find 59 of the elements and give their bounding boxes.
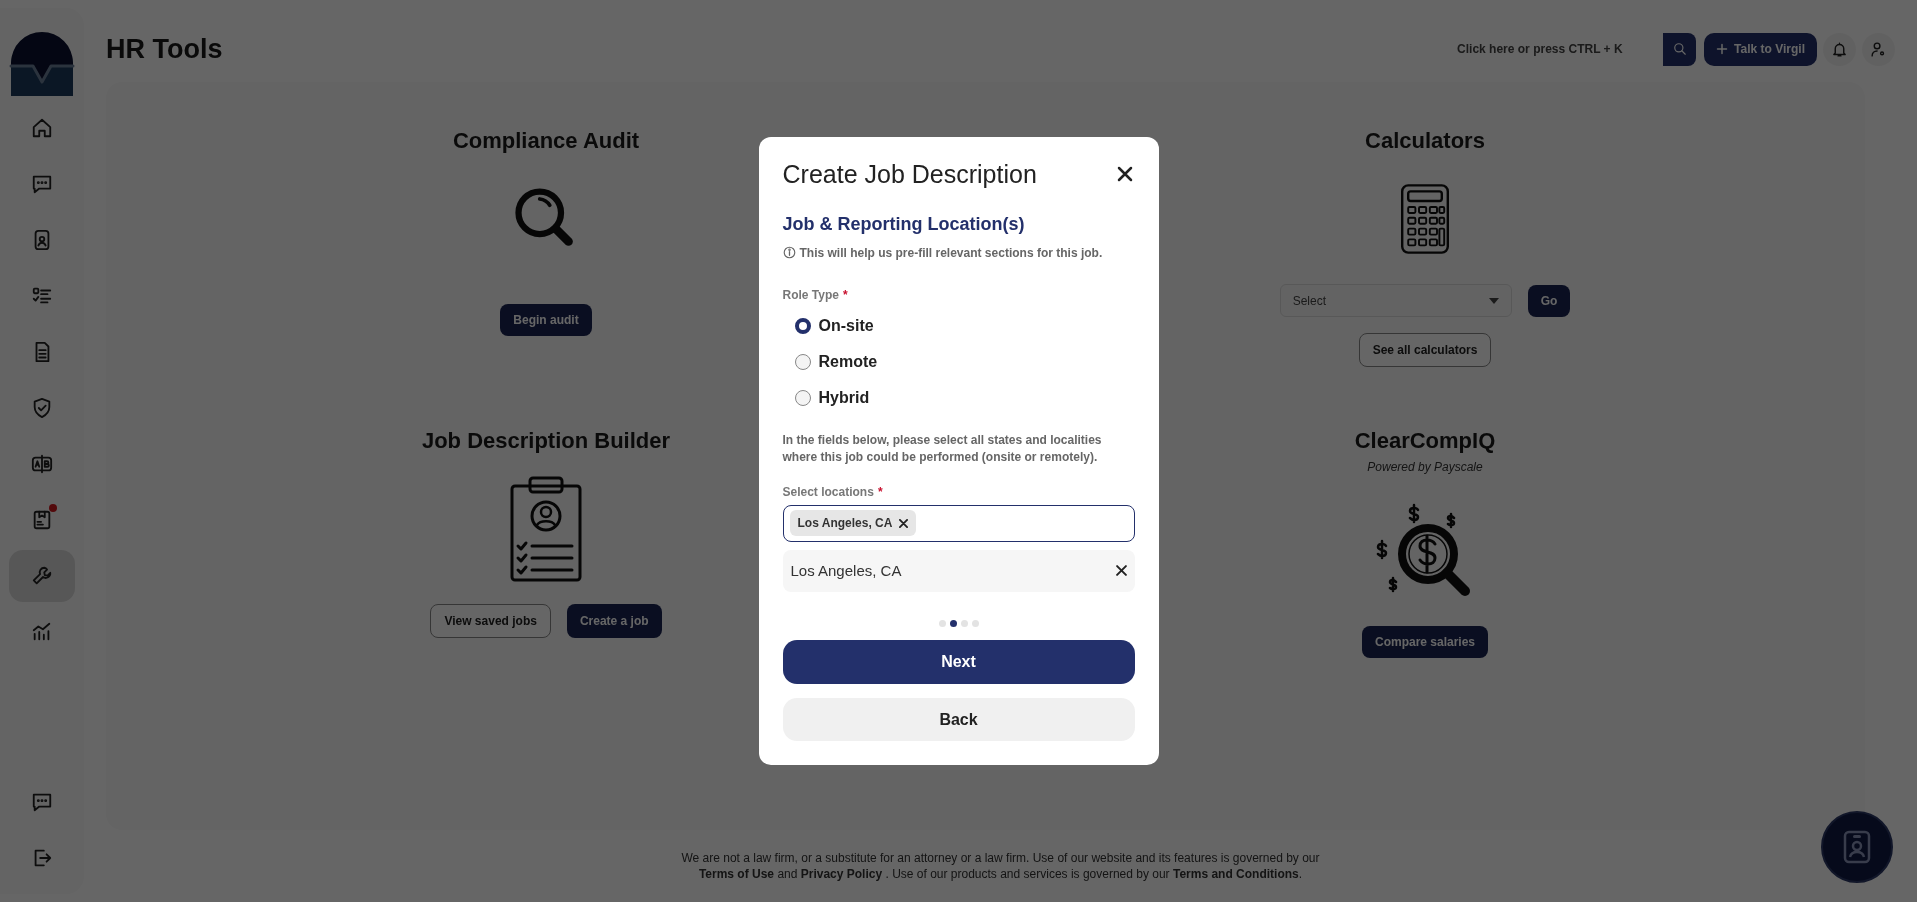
- wrench-icon: [31, 565, 53, 587]
- next-button[interactable]: Next: [782, 640, 1135, 685]
- plus-icon: [1716, 43, 1729, 55]
- chat-icon: [31, 173, 53, 195]
- remove-button[interactable]: [1115, 565, 1127, 577]
- tool-button[interactable]: View saved jobs: [430, 604, 551, 639]
- bell-icon: [1831, 40, 1848, 58]
- tool-subtitle: Powered by Payscale: [1367, 459, 1483, 477]
- caret-icon: [1488, 297, 1499, 304]
- tag-label: Los Angeles, CA: [797, 515, 893, 533]
- tool-title: Calculators: [1365, 128, 1485, 155]
- talk-button[interactable]: Talk to Virgil: [1704, 32, 1817, 66]
- home-icon: [31, 117, 53, 139]
- page-title: HR Tools: [106, 32, 223, 66]
- chat-icon: [31, 791, 53, 813]
- calculator-select[interactable]: Select: [1279, 284, 1512, 318]
- required-mark: *: [877, 483, 883, 501]
- shield-icon: [31, 397, 53, 419]
- profile-button[interactable]: [1862, 32, 1895, 66]
- radio-label: Hybrid: [818, 387, 870, 408]
- radio-button[interactable]: [794, 353, 811, 370]
- info-text: This will help us pre-fill relevant sections for this job.: [799, 244, 1103, 262]
- go-button[interactable]: Go: [1527, 284, 1571, 317]
- tool-title: ClearCompIQ: [1354, 428, 1496, 455]
- section-title: Job & Reporting Location(s): [782, 212, 1026, 236]
- field-label: Select locations: [782, 483, 874, 501]
- remove-tag-button[interactable]: [899, 518, 909, 528]
- tool-title: Job Description Builder: [421, 428, 671, 455]
- search-button[interactable]: [1663, 32, 1697, 66]
- instruction-text: In the fields below, please select all states and localities where this job could be performed (onsite or remotely).: [782, 431, 1103, 467]
- close-icon: [1116, 165, 1133, 182]
- close-icon: [899, 518, 909, 528]
- disclaimer-text: We are not a law firm, or a substitute for an attorney or a law firm. Use of our website and its features is governed by our: [680, 850, 1321, 867]
- tool-title: Compliance Audit: [452, 128, 640, 155]
- radio-button[interactable]: [794, 389, 811, 406]
- badge-icon: [1842, 829, 1872, 865]
- nav-item[interactable]: [9, 550, 75, 602]
- tool-button[interactable]: Begin audit: [500, 304, 592, 337]
- tool-button[interactable]: Compare salaries: [1361, 626, 1489, 659]
- back-button[interactable]: Back: [782, 698, 1135, 742]
- radio-label: On-site: [818, 315, 874, 336]
- compare-icon: [31, 453, 53, 475]
- required-mark: *: [842, 286, 848, 304]
- disclaimer-text: Terms of Use and Privacy Policy . Use of our products and services is governed by our Terms and Conditions.: [697, 866, 1304, 883]
- location-name: Los Angeles, CA: [790, 560, 902, 581]
- info-icon: [782, 246, 796, 260]
- search-icon: [1672, 42, 1687, 56]
- field-label: Role Type: [782, 286, 839, 304]
- tool-button[interactable]: See all calculators: [1358, 333, 1492, 368]
- user-settings-icon: [1870, 40, 1887, 58]
- chart-icon: [31, 621, 53, 643]
- radio-button[interactable]: [794, 317, 811, 334]
- close-icon: [1115, 565, 1127, 577]
- locations-field[interactable]: Los Angeles, CA: [782, 504, 1135, 542]
- radio-label: Remote: [818, 351, 878, 372]
- tool-button[interactable]: Create a job: [566, 604, 662, 639]
- dialog-title: Create Job Description: [782, 158, 1037, 189]
- notifications-button[interactable]: [1823, 32, 1856, 66]
- select-placeholder: Select: [1292, 292, 1326, 310]
